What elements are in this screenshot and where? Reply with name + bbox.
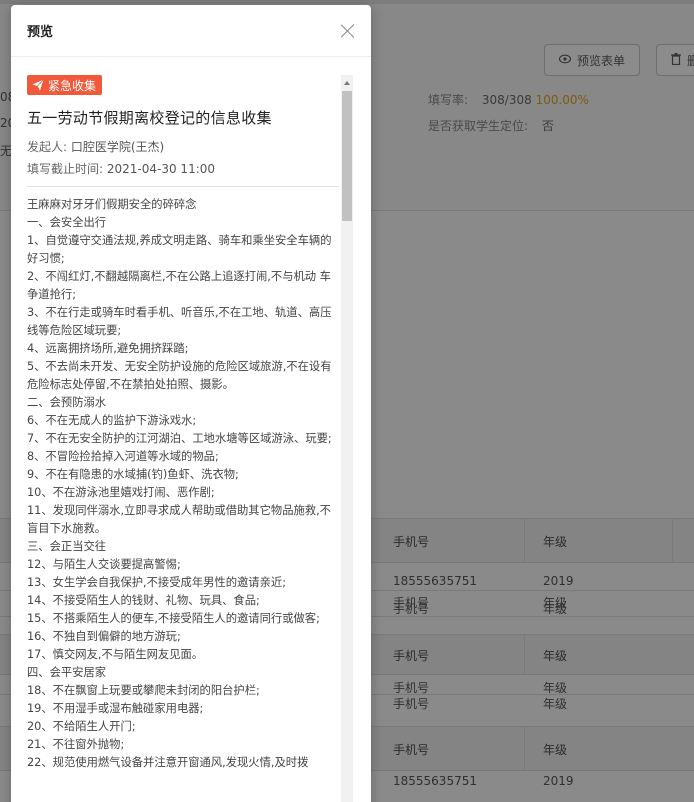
description-line: 1、自觉遵守交通法规,养成文明走路、骑车和乘坐安全车辆的 好习惯; [27, 234, 336, 265]
fill-rate: 填写率: 308/308 100.00% [428, 91, 589, 108]
header-phone: 手机号 [393, 535, 430, 549]
trash-icon [671, 52, 681, 68]
header-grade: 年级 [543, 535, 568, 549]
form-title: 五一劳动节假期离校登记的信息收集 [27, 109, 272, 127]
location-value: 否 [541, 119, 554, 133]
preview-form-button[interactable]: 预览表单 [544, 44, 641, 76]
description-line: 13、女生学会自我保护,不接受成年男性的邀请亲近; [27, 576, 287, 589]
description-line: 9、不在有隐患的水域捕(钓)鱼虾、洗衣物; [27, 468, 239, 481]
description-line: 王麻麻对牙牙们假期安全的碎碎念 [27, 198, 197, 211]
deadline-value: 2021-04-30 11:00 [106, 162, 216, 176]
description-line: 二、会预防溺水 [27, 396, 107, 409]
description-line: 四、会平安居家 [27, 666, 107, 679]
urgent-tag-label: 紧急收集 [48, 78, 97, 93]
cell-grade: 年级 [543, 596, 568, 610]
description-line: 5、不去尚未开发、无安全防护设施的危险区域旅游,不在设有 危险标志处停留,不在禁… [27, 360, 336, 391]
divider [27, 186, 339, 187]
scrollbar-thumb[interactable] [342, 91, 352, 221]
scrollbar[interactable] [341, 75, 353, 802]
send-icon [32, 79, 44, 91]
modal-scroll-area[interactable]: 紧急收集 五一劳动节假期离校登记的信息收集 发起人: 口腔医学院(王杰) 填写截… [27, 75, 355, 802]
cell-phone: 手机号 [393, 697, 430, 710]
initiator-value: 口腔医学院(王杰) [70, 140, 165, 154]
cell-grade: 2019 [543, 574, 574, 588]
description-line: 11、发现同伴溺水,立即寻求成人帮助或借助其它物品施救,不 盲目下水施救。 [27, 504, 335, 535]
location-label: 是否获取学生定位: [428, 119, 529, 133]
initiator-label: 发起人: [27, 140, 68, 154]
description-line: 15、不搭乘陌生人的便车,不接受陌生人的邀请同行或做客; [27, 612, 320, 625]
preview-form-label: 预览表单 [577, 53, 626, 68]
preview-modal: 预览 紧急收集 五一劳动节假期离校登记的信息收集 发起人: 口腔医学院(王杰) … [11, 5, 371, 802]
cell-phone: 18555635751 [393, 574, 477, 588]
description-line: 7、不在无安全防护的江河湖泊、工地水塘等区域游泳、玩要; [27, 432, 332, 445]
description-line: 20、不给陌生人开门; [27, 720, 136, 733]
description-line: 14、不接受陌生人的钱财、礼物、玩具、食品; [27, 594, 260, 607]
cell-grade: 2019 [543, 774, 574, 788]
description-line: 19、不用湿手或湿布触碰家用电器; [27, 702, 204, 715]
form-preview-content: 紧急收集 五一劳动节假期离校登记的信息收集 发起人: 口腔医学院(王杰) 填写截… [27, 75, 339, 772]
urgent-tag: 紧急收集 [27, 75, 103, 95]
cell-grade: 年级 [543, 681, 568, 695]
description-line: 一、会安全出行 [27, 216, 107, 229]
description-line: 3、不在行走或骑车时看手机、听音乐,不在工地、轨道、高压 线等危险区域玩要; [27, 306, 336, 337]
description-line: 12、与陌生人交谈要提高警惕; [27, 558, 181, 571]
header-phone: 手机号 [393, 743, 430, 757]
modal-header: 预览 [11, 5, 371, 57]
description-line: 10、不在游泳池里嬉戏打闹、恶作剧; [27, 486, 215, 499]
description-line: 18、不在飘窗上玩要或攀爬未封闭的阳台护栏; [27, 684, 260, 697]
description-line: 三、会正当交往 [27, 540, 107, 553]
deadline-label: 填写截止时间: [27, 162, 104, 176]
description-line: 21、不往窗外抛物; [27, 738, 125, 751]
fill-rate-label: 填写率: [428, 93, 469, 107]
description-line: 2、不闯红灯,不翻越隔离栏,不在公路上追逐打闹,不与机动 车争道抢行; [27, 270, 331, 301]
fill-rate-value: 308/308 [481, 93, 532, 107]
header-grade: 年级 [543, 649, 568, 663]
modal-title: 预览 [27, 25, 54, 40]
cell-phone: 手机号 [393, 596, 430, 610]
scroll-up-arrow-icon[interactable] [341, 77, 353, 89]
description-line: 4、远离拥挤场所,避免拥挤踩踏; [27, 342, 189, 355]
initiator: 发起人: 口腔医学院(王杰) [27, 138, 339, 156]
deadline: 填写截止时间: 2021-04-30 11:00 [27, 160, 339, 178]
fill-rate-percent: 100.00% [535, 93, 589, 107]
delete-button[interactable]: 删 [656, 44, 694, 76]
description-line: 22、规范使用燃气设备并注意开窗通风,发现火情,及时拨 [27, 756, 309, 769]
cell-phone: 手机号 [393, 681, 430, 695]
eye-icon [558, 54, 572, 67]
header-phone: 手机号 [393, 649, 430, 663]
location-setting: 是否获取学生定位: 否 [428, 117, 554, 134]
delete-label: 删 [687, 53, 694, 68]
close-icon[interactable] [340, 23, 356, 39]
cell-grade: 年级 [543, 697, 568, 710]
description-line: 16、不独自到偏僻的地方游玩; [27, 630, 181, 643]
header-grade: 年级 [543, 743, 568, 757]
cell-phone: 18555635751 [393, 774, 477, 788]
form-description: 王麻麻对牙牙们假期安全的碎碎念 一、会安全出行 1、自觉遵守交通法规,养成文明走路、… [27, 196, 339, 772]
description-line: 17、慎交网友,不与陌生网友见面。 [27, 648, 204, 661]
description-line: 6、不在无成人的监护下游泳戏水; [27, 414, 197, 427]
description-line: 8、不冒险捡拾掉入河道等水域的物品; [27, 450, 219, 463]
